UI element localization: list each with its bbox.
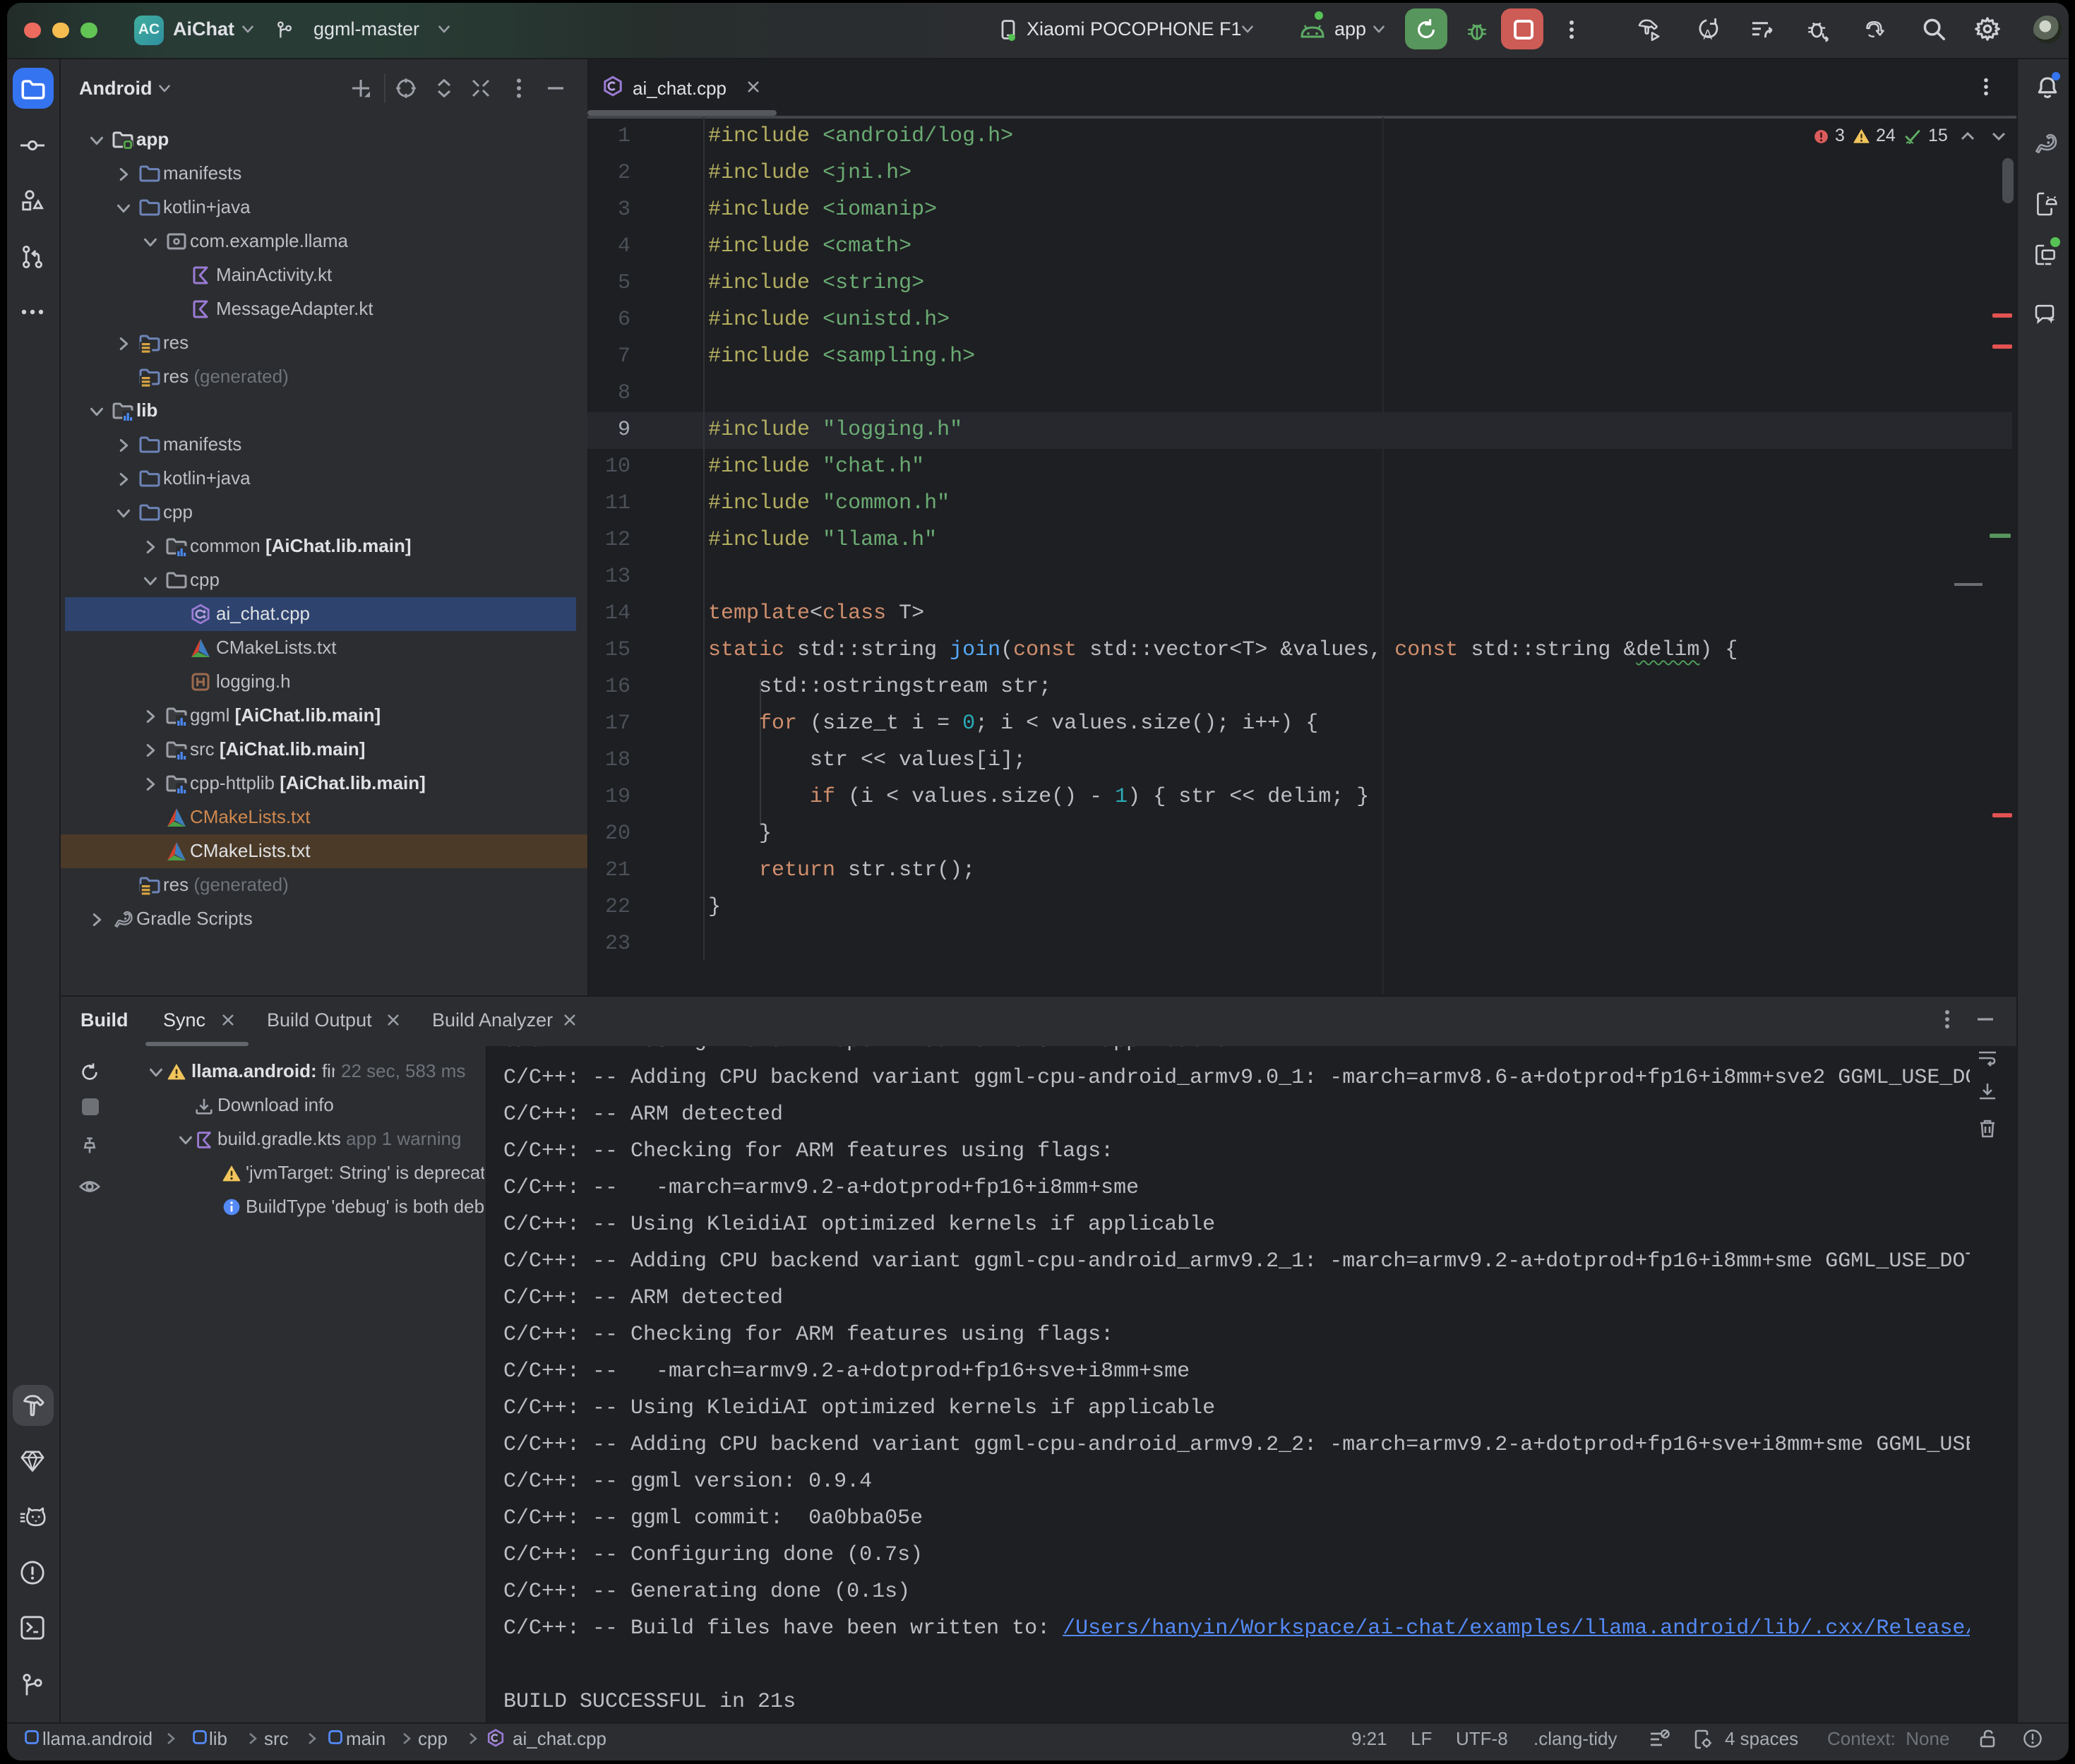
svg-text:A: A xyxy=(1703,28,1712,43)
